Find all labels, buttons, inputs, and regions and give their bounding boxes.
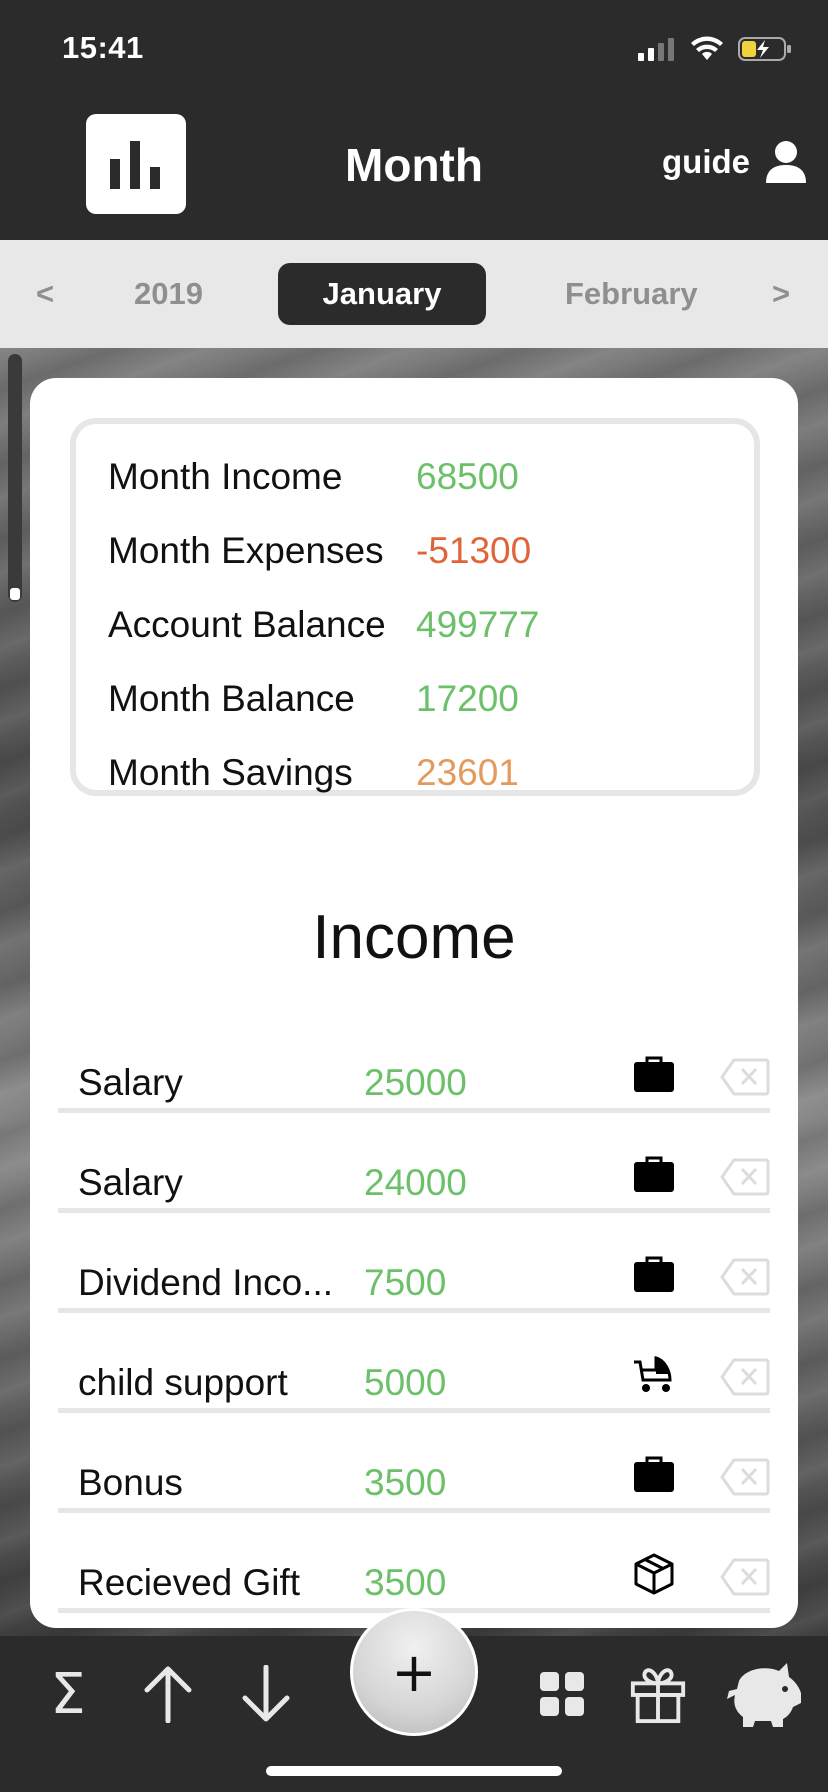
briefcase-icon xyxy=(634,1456,674,1492)
income-label: Salary xyxy=(78,1162,183,1203)
home-indicator[interactable] xyxy=(266,1766,562,1776)
income-label: Recieved Gift xyxy=(78,1562,301,1603)
briefcase-icon xyxy=(634,1156,674,1192)
delete-icon[interactable] xyxy=(720,1258,770,1296)
current-month-tab[interactable]: January xyxy=(278,263,486,325)
summary-label: Account Balance xyxy=(108,604,386,645)
summary-label: Month Income xyxy=(108,456,343,497)
categories-tab[interactable] xyxy=(532,1664,592,1724)
box-icon xyxy=(634,1553,674,1595)
summary-value: 23601 xyxy=(416,752,519,793)
delete-icon[interactable] xyxy=(720,1058,770,1096)
scrollbar[interactable] xyxy=(8,354,22,602)
prev-button[interactable]: < xyxy=(36,276,54,312)
income-label: Dividend Inco... xyxy=(78,1262,334,1303)
income-value: 3500 xyxy=(364,1462,447,1503)
income-row[interactable]: Bonus 3500 xyxy=(58,1413,770,1513)
summary-value: 68500 xyxy=(416,456,519,497)
grid-icon xyxy=(540,1672,584,1716)
income-row[interactable]: Salary 24000 xyxy=(58,1113,770,1213)
summary-row: Month Balance 17200 xyxy=(108,674,519,724)
month-card: Month Income 68500 Month Expenses -51300… xyxy=(30,378,798,1628)
income-label: Bonus xyxy=(78,1462,183,1503)
summary-label: Month Balance xyxy=(108,678,355,719)
app-header: Month guide xyxy=(0,100,828,240)
income-heading: Income xyxy=(312,903,516,972)
income-row[interactable]: child support 5000 xyxy=(58,1313,770,1413)
status-time: 15:41 xyxy=(62,30,144,65)
piggy-bank-icon xyxy=(727,1663,801,1727)
briefcase-icon xyxy=(634,1056,674,1092)
sum-tab[interactable]: Σ xyxy=(38,1662,98,1727)
summary-row: Month Income 68500 xyxy=(108,452,519,502)
status-bar: 15:41 xyxy=(0,0,828,100)
income-value: 25000 xyxy=(364,1062,467,1103)
income-row[interactable]: Recieved Gift 3500 xyxy=(58,1513,770,1613)
summary-label: Month Savings xyxy=(108,752,353,793)
guide-button[interactable]: guide xyxy=(662,140,808,184)
income-value: 7500 xyxy=(364,1262,447,1303)
income-row[interactable]: Salary 25000 xyxy=(58,1013,770,1113)
income-value: 24000 xyxy=(364,1162,467,1203)
income-row[interactable]: Dividend Inco... 7500 xyxy=(58,1213,770,1313)
delete-icon[interactable] xyxy=(720,1358,770,1396)
summary-value: 17200 xyxy=(416,678,519,719)
summary-value: 499777 xyxy=(416,604,540,645)
summary-label: Month Expenses xyxy=(108,530,384,571)
arrow-down-icon xyxy=(242,1665,290,1722)
gift-icon xyxy=(630,1668,686,1724)
delete-icon[interactable] xyxy=(720,1458,770,1496)
month-selector: < 2019 January February > xyxy=(0,240,828,348)
stroller-icon xyxy=(634,1356,672,1392)
delete-icon[interactable] xyxy=(720,1158,770,1196)
guide-label: guide xyxy=(662,143,750,180)
expense-tab[interactable] xyxy=(236,1664,296,1724)
next-button[interactable]: > xyxy=(772,276,790,312)
summary-row: Month Savings 23601 xyxy=(108,748,519,798)
battery-icon xyxy=(738,37,791,61)
income-label: Salary xyxy=(78,1062,183,1103)
gifts-tab[interactable] xyxy=(628,1664,688,1724)
year-tab[interactable]: 2019 xyxy=(134,276,203,312)
summary-row: Month Expenses -51300 xyxy=(108,526,531,576)
summary-value: -51300 xyxy=(416,530,532,571)
savings-tab[interactable] xyxy=(722,1663,808,1727)
income-value: 3500 xyxy=(364,1562,447,1603)
user-icon xyxy=(766,141,806,183)
income-tab[interactable] xyxy=(138,1664,198,1724)
signal-icon xyxy=(638,38,674,61)
arrow-up-icon xyxy=(144,1666,192,1723)
next-month-tab[interactable]: February xyxy=(565,276,698,312)
wifi-icon xyxy=(691,36,723,60)
income-label: child support xyxy=(78,1362,288,1403)
status-icons xyxy=(636,36,792,62)
delete-icon[interactable] xyxy=(720,1558,770,1596)
summary-row: Account Balance 499777 xyxy=(108,600,539,650)
add-button[interactable]: + xyxy=(350,1608,478,1736)
income-value: 5000 xyxy=(364,1362,447,1403)
summary-box: Month Income 68500 Month Expenses -51300… xyxy=(70,418,760,796)
briefcase-icon xyxy=(634,1256,674,1292)
